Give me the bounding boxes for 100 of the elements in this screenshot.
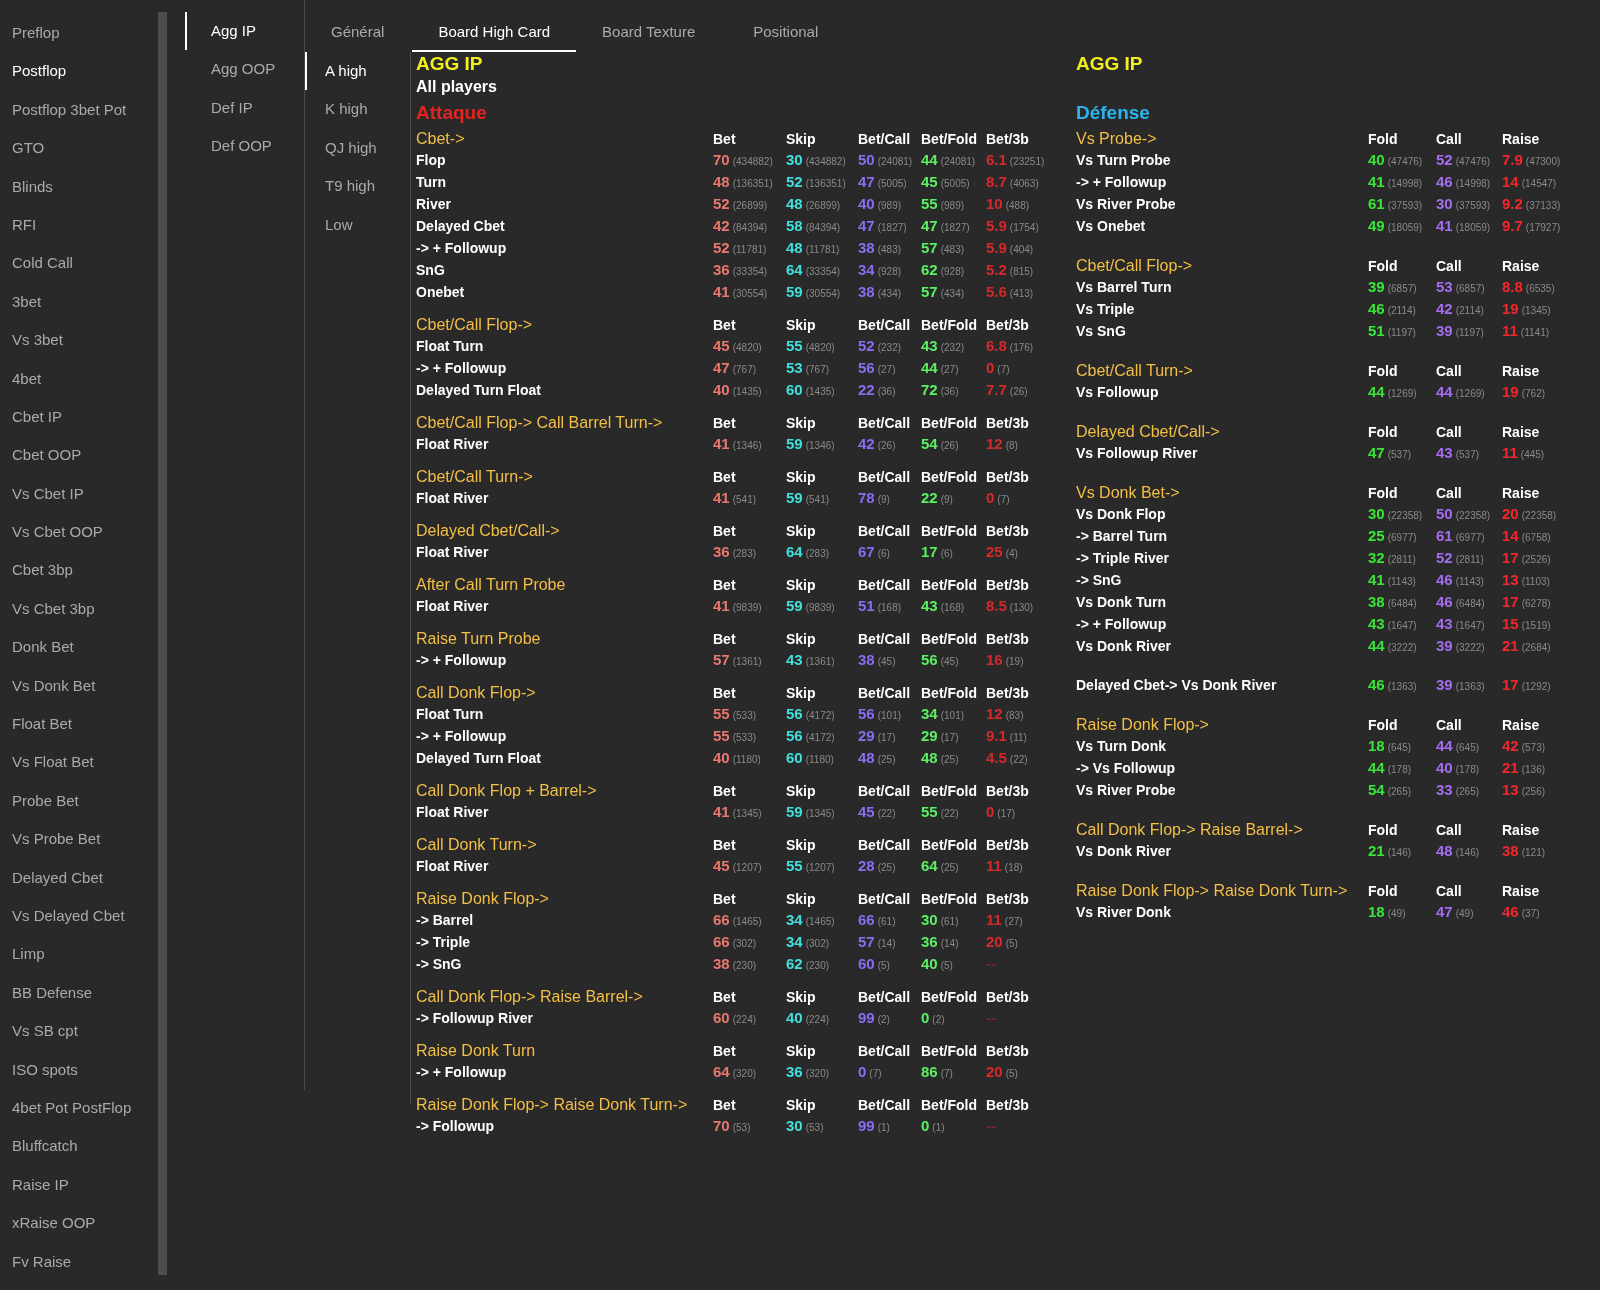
sample-count: (9) <box>877 494 890 505</box>
column-header: Bet/3b <box>986 522 1030 541</box>
sidebar-item[interactable]: Cbet IP <box>0 397 158 437</box>
column-header: Bet/Call <box>858 468 912 487</box>
sidebar-item[interactable]: Float Bet <box>0 705 158 744</box>
sample-count: (47476) <box>1455 156 1491 167</box>
stat-value: 64 <box>786 261 803 278</box>
sidebar-item[interactable]: Probe Bet <box>0 781 158 821</box>
stat-value: 46 <box>1502 903 1519 920</box>
stat-value: 29 <box>921 727 938 744</box>
stat-value: 78 <box>858 489 875 506</box>
stat-value: 46 <box>1436 571 1453 588</box>
board-item[interactable]: A high <box>305 52 410 91</box>
stat-value: 59 <box>786 803 803 820</box>
stat-value: 57 <box>713 651 730 668</box>
sidebar-item[interactable]: Cbet 3bp <box>0 551 158 590</box>
stat-value: 56 <box>786 727 803 744</box>
stat-value: 41 <box>1368 173 1385 190</box>
column-header: Skip <box>786 1042 817 1061</box>
sidebar-item[interactable]: Raise IP <box>0 1165 158 1205</box>
sidebar-item[interactable]: Vs Delayed Cbet <box>0 897 158 936</box>
stat-value: 39 <box>1436 637 1453 654</box>
sample-count: (7) <box>997 364 1010 375</box>
tab[interactable]: Général <box>315 0 401 52</box>
sidebar-item[interactable]: GTO <box>0 129 158 168</box>
stat-value: 5.9 <box>986 239 1007 256</box>
sidebar-item[interactable]: Delayed Cbet <box>0 858 158 897</box>
sample-count: (136351) <box>732 178 773 189</box>
row-label: -> Barrel <box>416 911 475 930</box>
sidebar-item[interactable]: xRaise OOP <box>0 1204 158 1243</box>
column-header: Bet/Call <box>858 1096 912 1115</box>
sidebar-item[interactable]: 3bet <box>0 282 158 322</box>
sidebar-item[interactable]: RFI <box>0 205 158 245</box>
row-label: Float River <box>416 543 490 562</box>
sidebar-item[interactable]: Vs Cbet OOP <box>0 513 158 552</box>
sidebar-item[interactable]: Donk Bet <box>0 628 158 667</box>
sidebar-item[interactable]: Vs SB cpt <box>0 1012 158 1051</box>
sidebar-item[interactable]: Vs Cbet 3bp <box>0 589 158 629</box>
scrollbar[interactable] <box>158 12 167 1275</box>
stat-value: 39 <box>1436 676 1453 693</box>
stat-value: 34 <box>921 705 938 722</box>
sidebar-item[interactable]: ISO spots <box>0 1050 158 1089</box>
sidebar-item[interactable]: Vs Float Bet <box>0 743 158 782</box>
board-item[interactable]: K high <box>305 90 410 129</box>
sidebar-item[interactable]: Vs 3bet <box>0 321 158 360</box>
sidebar-item[interactable]: Cold Call <box>0 244 158 283</box>
sidebar-item[interactable]: BB Defense <box>0 973 158 1013</box>
stat-value: 38 <box>858 651 875 668</box>
role-item[interactable]: Def IP <box>185 88 304 128</box>
sample-count: (3222) <box>1455 642 1485 653</box>
sample-count: (4820) <box>805 342 835 353</box>
row-label: Vs Donk Turn <box>1076 593 1167 612</box>
sidebar-item[interactable]: Limp <box>0 935 158 974</box>
sample-count: (19) <box>1005 656 1024 667</box>
sample-count: (2114) <box>1455 305 1484 316</box>
role-item[interactable]: Agg OOP <box>185 50 304 89</box>
stat-value: 53 <box>1436 278 1453 295</box>
board-item[interactable]: Low <box>305 205 410 244</box>
stat-value: -- <box>986 955 996 972</box>
tab[interactable]: Positional <box>733 0 839 52</box>
board-item[interactable]: QJ high <box>305 128 410 168</box>
board-item[interactable]: T9 high <box>305 167 410 206</box>
stat-value: 22 <box>858 381 875 398</box>
section-title: Call Donk Flop-> Raise Barrel-> <box>416 987 644 1007</box>
tab[interactable]: Board Texture <box>582 0 716 52</box>
sample-count: (320) <box>732 1068 757 1079</box>
stat-value: 39 <box>1436 322 1453 339</box>
role-item[interactable]: Def OOP <box>185 127 304 166</box>
sidebar-item[interactable]: 4bet Pot PostFlop <box>0 1088 158 1128</box>
sample-count: (1465) <box>732 916 762 927</box>
sidebar-item[interactable]: Postflop <box>0 52 158 91</box>
sidebar-item[interactable]: Vs Donk Bet <box>0 666 158 706</box>
sidebar-item[interactable]: Vs Cbet IP <box>0 474 158 514</box>
column-header: Skip <box>786 414 817 433</box>
stat-value: 11 <box>986 857 1002 874</box>
sidebar-item[interactable]: Vs Probe Bet <box>0 820 158 859</box>
sidebar-item[interactable]: 4bet <box>0 359 158 398</box>
section-title: Cbet/Call Flop-> Call Barrel Turn-> <box>416 413 664 433</box>
sidebar-item[interactable]: Postflop 3bet Pot <box>0 90 158 130</box>
sidebar-item[interactable]: Fv Raise <box>0 1242 158 1281</box>
sidebar-item[interactable]: Cbet OOP <box>0 436 158 475</box>
sample-count: (5005) <box>940 178 970 189</box>
role-item[interactable]: Agg IP <box>185 12 304 51</box>
sample-count: (1345) <box>732 808 762 819</box>
row-label: -> + Followup <box>416 727 508 746</box>
stat-value: 57 <box>921 239 938 256</box>
tab[interactable]: Board High Card <box>412 0 577 52</box>
stat-value: 30 <box>1368 505 1385 522</box>
sidebar-item[interactable]: Blinds <box>0 167 158 206</box>
stat-value: 0 <box>858 1063 867 1080</box>
sidebar-item[interactable]: Bluffcatch <box>0 1127 158 1166</box>
column-header: Skip <box>786 130 817 149</box>
sidebar-item[interactable]: Preflop <box>0 14 158 53</box>
stat-value: 41 <box>713 435 730 452</box>
sample-count: (483) <box>940 244 965 255</box>
row-label: Vs Turn Probe <box>1076 151 1172 170</box>
stat-value: 32 <box>1368 549 1385 566</box>
row-label: Vs River Donk <box>1076 903 1172 922</box>
stat-value: 19 <box>1502 383 1519 400</box>
row-label: -> + Followup <box>416 1063 508 1082</box>
